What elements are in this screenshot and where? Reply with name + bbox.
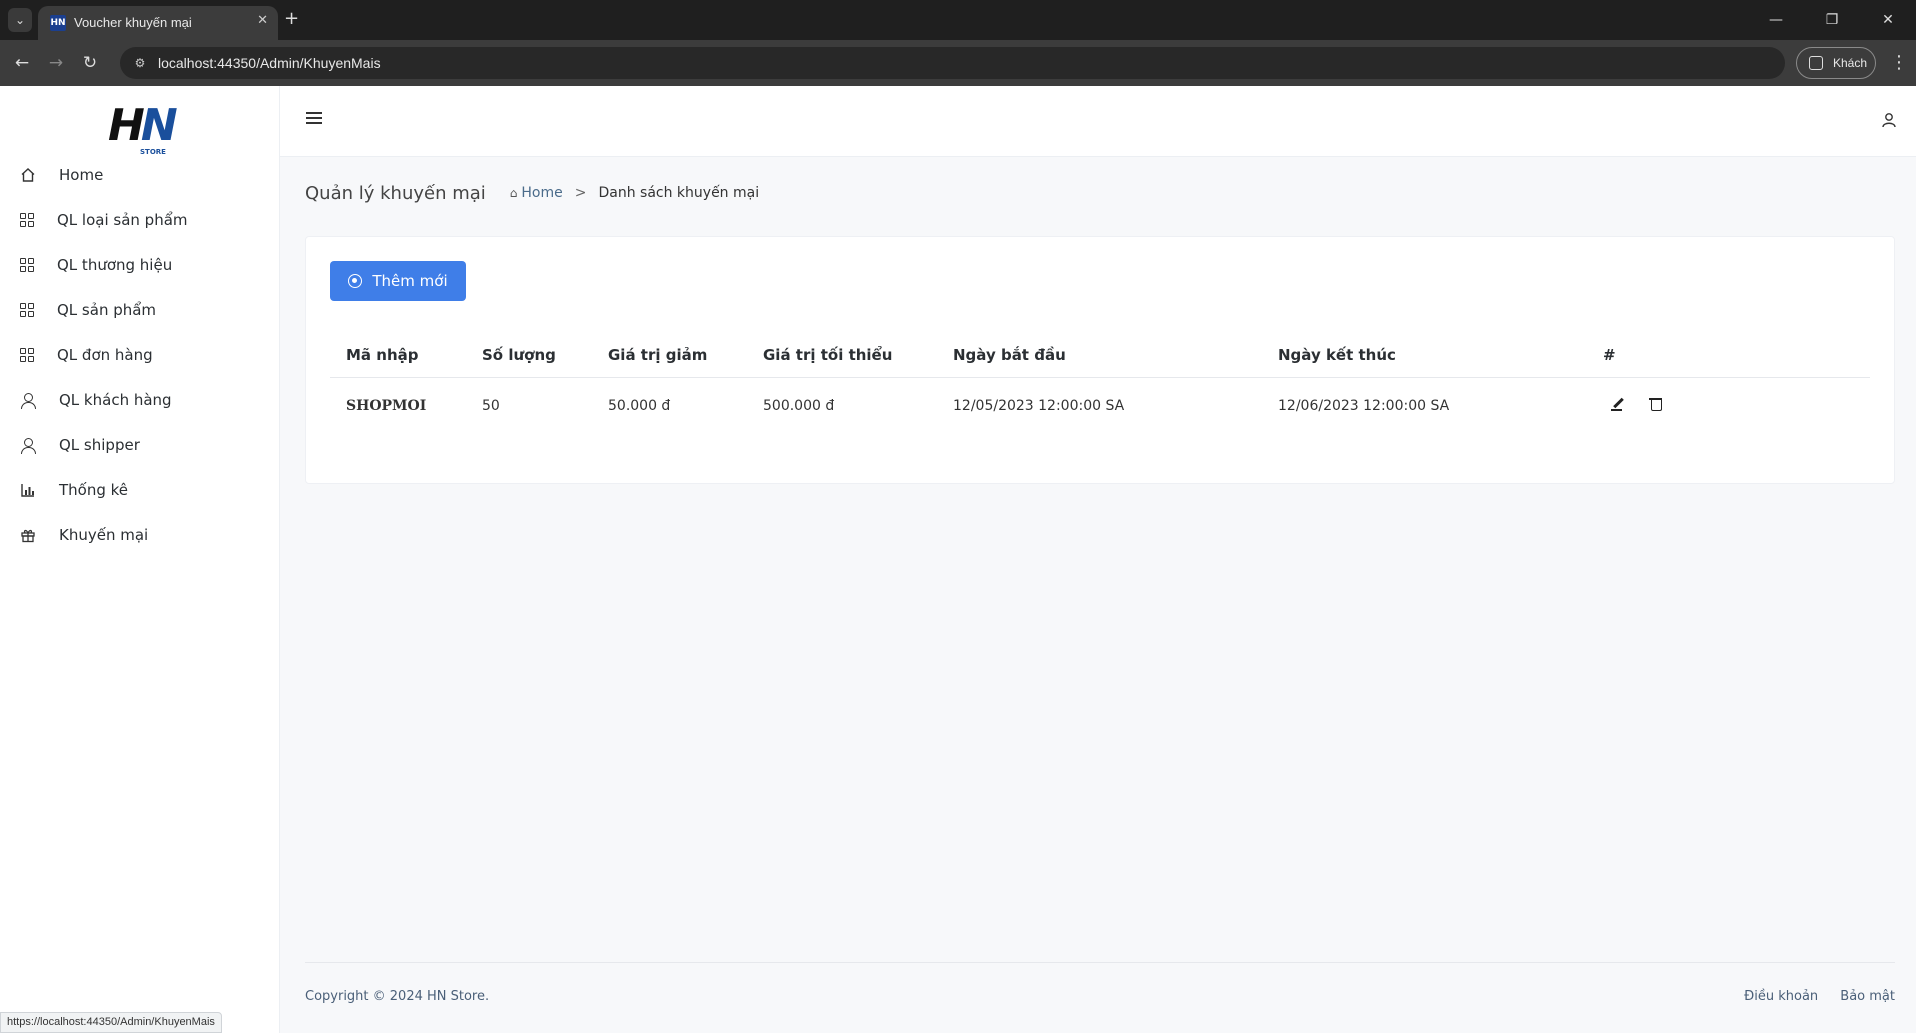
col-code: Mã nhập [330,333,466,378]
breadcrumb: ⌂ Home > Danh sách khuyến mại [510,185,759,201]
back-arrow-icon[interactable]: ← [10,51,34,75]
table-header-row: Mã nhập Số lượng Giá trị giảm Giá trị tố… [330,333,1870,378]
privacy-link[interactable]: Bảo mật [1840,989,1895,1004]
user-icon [20,437,36,454]
page-header: Quản lý khuyến mại ⌂ Home > Danh sách kh… [305,180,759,206]
cell-end-date: 12/06/2023 12:00:00 SA [1278,398,1450,415]
edit-icon[interactable] [1611,397,1625,411]
logo-mark: HN [108,100,178,151]
chart-icon [20,482,36,498]
forward-arrow-icon[interactable]: → [44,51,68,75]
sidebar-item-products[interactable]: QL sản phẩm [0,287,280,332]
trash-icon[interactable] [1649,397,1663,412]
home-icon [20,167,36,183]
window-controls: — ❐ ✕ [1748,0,1916,40]
favicon-icon: HN [50,15,66,31]
voucher-card: Thêm mới Mã nhập Số lượng Giá trị giảm G… [305,236,1895,484]
new-tab-icon[interactable]: + [284,9,299,29]
plus-circle-icon [348,274,363,288]
col-discount: Giá trị giảm [592,333,747,378]
sidebar-item-categories[interactable]: QL loại sản phẩm [0,197,280,242]
close-window-icon[interactable]: ✕ [1860,0,1916,40]
cell-code: SHOPMOI [346,398,427,415]
cell-quantity: 50 [482,398,500,415]
sidebar-item-label: Thống kê [59,480,129,499]
page-title: Quản lý khuyến mại [305,182,486,204]
sidebar-item-label: QL sản phẩm [57,300,157,319]
url-text[interactable]: localhost:44350/Admin/KhuyenMais [158,55,381,71]
col-minimum: Giá trị tối thiểu [747,333,937,378]
browser-tab-bar: ⌄ HN Voucher khuyến mại ✕ + — ❐ ✕ [0,0,1916,40]
sidebar-item-label: Home [59,165,104,184]
col-end-date: Ngày kết thúc [1262,333,1587,378]
sidebar-item-home[interactable]: Home [0,152,280,197]
profile-icon [1809,56,1823,70]
col-start-date: Ngày bắt đầu [937,333,1262,378]
sidebar-item-brands[interactable]: QL thương hiệu [0,242,280,287]
menu-toggle-icon[interactable] [306,112,322,126]
cell-discount: 50.000 đ [608,398,671,415]
user-icon [20,392,36,409]
account-icon[interactable] [1882,112,1896,128]
site-info-icon[interactable]: ⚙ [132,55,148,71]
profile-button[interactable]: Khách [1796,47,1876,79]
add-button-label: Thêm mới [372,272,448,290]
breadcrumb-separator: > [574,185,587,201]
tab-title: Voucher khuyến mại [74,15,192,30]
gift-icon [20,527,36,543]
voucher-table: Mã nhập Số lượng Giá trị giảm Giá trị tố… [330,333,1870,435]
col-actions: # [1587,333,1870,378]
browser-toolbar: ← → ↻ ⚙ localhost:44350/Admin/KhuyenMais… [0,40,1916,86]
copyright-text: Copyright © 2024 HN Store. [305,989,490,1004]
address-bar[interactable]: ⚙ localhost:44350/Admin/KhuyenMais [120,47,1785,79]
cell-minimum: 500.000 đ [763,398,835,415]
sidebar: HN STORE Home QL loại sản phẩm QL thương… [0,86,280,1033]
sidebar-item-label: QL đơn hàng [57,345,153,364]
browser-menu-icon[interactable]: ⋮ [1890,51,1908,75]
breadcrumb-home-link[interactable]: Home [521,185,562,201]
sidebar-item-label: QL khách hàng [59,390,172,409]
close-tab-icon[interactable]: ✕ [257,13,268,28]
breadcrumb-home-icon: ⌂ [509,186,518,200]
restore-icon[interactable]: ❐ [1804,0,1860,40]
sidebar-item-label: QL thương hiệu [57,255,173,274]
reload-icon[interactable]: ↻ [78,51,102,75]
terms-link[interactable]: Điều khoản [1744,989,1818,1004]
sidebar-item-statistics[interactable]: Thống kê [0,467,280,512]
status-url-tooltip: https://localhost:44350/Admin/KhuyenMais [0,1012,222,1033]
tab-search-icon[interactable]: ⌄ [8,8,32,32]
browser-tab[interactable]: HN Voucher khuyến mại ✕ [38,6,278,40]
sidebar-item-shippers[interactable]: QL shipper [0,422,280,467]
add-voucher-button[interactable]: Thêm mới [330,261,466,301]
table-row: SHOPMOI 50 50.000 đ 500.000 đ 12/05/2023… [330,377,1870,435]
sidebar-item-label: QL loại sản phẩm [57,210,188,229]
profile-label: Khách [1833,56,1868,70]
sidebar-item-promotions[interactable]: Khuyến mại [0,512,280,557]
minimize-icon[interactable]: — [1748,0,1804,40]
grid-icon [20,257,34,272]
sidebar-item-label: QL shipper [59,435,140,454]
cell-actions [1587,377,1870,435]
sidebar-menu: Home QL loại sản phẩm QL thương hiệu QL … [0,152,280,557]
sidebar-item-label: Khuyến mại [59,525,149,544]
sidebar-item-customers[interactable]: QL khách hàng [0,377,280,422]
footer: Copyright © 2024 HN Store. Điều khoản Bả… [305,962,1895,1033]
breadcrumb-current: Danh sách khuyến mại [598,185,760,201]
grid-icon [20,212,34,227]
footer-links: Điều khoản Bảo mật [1726,989,1895,1004]
cell-start-date: 12/05/2023 12:00:00 SA [953,398,1125,415]
grid-icon [20,347,34,362]
top-header [280,86,1916,157]
grid-icon [20,302,34,317]
col-quantity: Số lượng [466,333,592,378]
sidebar-item-orders[interactable]: QL đơn hàng [0,332,280,377]
